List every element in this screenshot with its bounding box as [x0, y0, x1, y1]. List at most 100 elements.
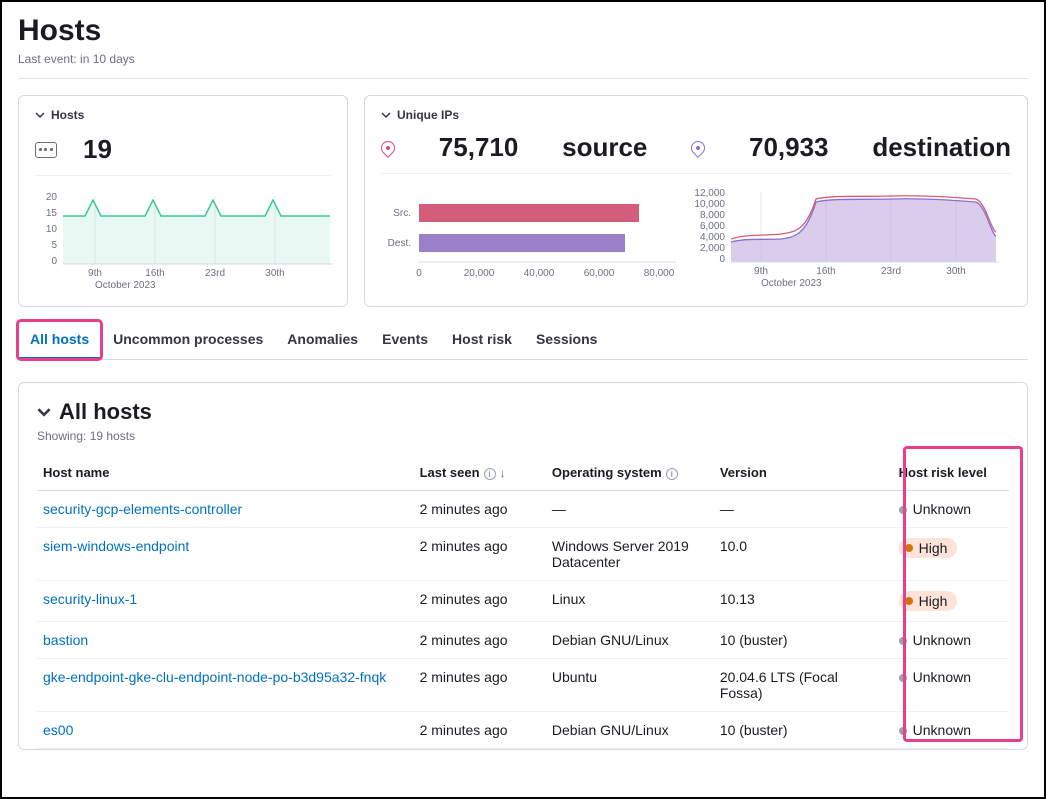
- cell-last-seen: 2 minutes ago: [414, 491, 546, 528]
- sort-down-icon: ↓: [500, 466, 506, 480]
- cell-risk: Unknown: [877, 622, 1009, 659]
- svg-text:30th: 30th: [265, 268, 284, 279]
- all-hosts-panel: All hosts Showing: 19 hosts Host name La…: [18, 382, 1028, 750]
- tab-anomalies[interactable]: Anomalies: [275, 321, 370, 359]
- svg-text:12,000: 12,000: [694, 188, 725, 199]
- cell-os: Debian GNU/Linux: [546, 712, 714, 749]
- svg-text:8,000: 8,000: [700, 210, 725, 221]
- info-icon: i: [666, 468, 678, 480]
- hosts-card-header[interactable]: Hosts: [35, 108, 331, 122]
- source-count: 75,710: [439, 132, 519, 163]
- tab-uncommon-processes[interactable]: Uncommon processes: [101, 321, 275, 359]
- page-title: Hosts: [18, 14, 1028, 48]
- dot-icon: [899, 637, 907, 645]
- cell-os: Debian GNU/Linux: [546, 622, 714, 659]
- dot-icon: [905, 597, 913, 605]
- hosts-card-title: Hosts: [51, 108, 84, 122]
- svg-text:4,000: 4,000: [700, 232, 725, 243]
- server-icon: [35, 142, 57, 158]
- info-icon: i: [484, 468, 496, 480]
- host-link[interactable]: security-gcp-elements-controller: [43, 501, 242, 517]
- chevron-down-icon: [35, 110, 45, 120]
- panel-showing: Showing: 19 hosts: [37, 429, 1009, 443]
- svg-text:16th: 16th: [816, 266, 835, 277]
- svg-text:30th: 30th: [946, 266, 965, 277]
- svg-text:40,000: 40,000: [524, 268, 555, 279]
- host-link[interactable]: bastion: [43, 632, 88, 648]
- svg-text:23rd: 23rd: [881, 266, 901, 277]
- cell-version: —: [714, 491, 877, 528]
- host-link[interactable]: siem-windows-endpoint: [43, 538, 189, 554]
- dot-icon: [899, 727, 907, 735]
- cell-version: 10.0: [714, 528, 877, 581]
- tab-sessions[interactable]: Sessions: [524, 321, 609, 359]
- cell-version: 20.04.6 LTS (Focal Fossa): [714, 659, 877, 712]
- host-link[interactable]: gke-endpoint-gke-clu-endpoint-node-po-b3…: [43, 669, 386, 685]
- dest-count: 70,933: [749, 132, 829, 163]
- svg-text:6,000: 6,000: [700, 221, 725, 232]
- table-row: bastion2 minutes agoDebian GNU/Linux10 (…: [37, 622, 1009, 659]
- host-link[interactable]: security-linux-1: [43, 591, 137, 607]
- col-host-name[interactable]: Host name: [37, 455, 414, 491]
- col-risk[interactable]: Host risk level: [877, 455, 1009, 491]
- svg-text:October 2023: October 2023: [95, 280, 156, 291]
- svg-text:9th: 9th: [88, 268, 102, 279]
- svg-text:Src.: Src.: [393, 208, 411, 219]
- tab-host-risk[interactable]: Host risk: [440, 321, 524, 359]
- cell-last-seen: 2 minutes ago: [414, 528, 546, 581]
- svg-text:15: 15: [46, 208, 58, 219]
- svg-text:October 2023: October 2023: [761, 278, 822, 289]
- source-label: source: [562, 132, 647, 163]
- svg-text:5: 5: [51, 240, 57, 251]
- cell-os: Ubuntu: [546, 659, 714, 712]
- tab-all-hosts[interactable]: All hosts: [18, 321, 101, 359]
- panel-title: All hosts: [59, 399, 152, 425]
- dot-icon: [899, 506, 907, 514]
- cell-risk: High: [877, 528, 1009, 581]
- svg-text:60,000: 60,000: [584, 268, 615, 279]
- pin-dest-icon: [688, 138, 708, 158]
- svg-text:0: 0: [51, 256, 57, 267]
- svg-text:Dest.: Dest.: [388, 238, 411, 249]
- ips-card-header[interactable]: Unique IPs: [381, 108, 1011, 122]
- risk-badge-high: High: [899, 538, 958, 558]
- cell-os: Windows Server 2019 Datacenter: [546, 528, 714, 581]
- cell-last-seen: 2 minutes ago: [414, 659, 546, 712]
- svg-text:10: 10: [46, 224, 58, 235]
- table-row: es002 minutes agoDebian GNU/Linux10 (bus…: [37, 712, 1009, 749]
- last-event-text: Last event: in 10 days: [18, 52, 1028, 66]
- table-row: siem-windows-endpoint 2 minutes agoWindow…: [37, 528, 1009, 581]
- svg-text:0: 0: [416, 268, 422, 279]
- hosts-card: Hosts 19 20 15 10 5 0: [18, 95, 348, 307]
- cell-version: 10 (buster): [714, 622, 877, 659]
- table-row: security-gcp-elements-controller 2 minute…: [37, 491, 1009, 528]
- dot-icon: [905, 544, 913, 552]
- table-row: gke-endpoint-gke-clu-endpoint-node-po-b3…: [37, 659, 1009, 712]
- chevron-down-icon: [381, 110, 391, 120]
- svg-text:16th: 16th: [145, 268, 164, 279]
- host-link[interactable]: es00: [43, 722, 73, 738]
- cell-risk: Unknown: [877, 491, 1009, 528]
- ips-card-title: Unique IPs: [397, 108, 459, 122]
- tabs: All hosts Uncommon processes Anomalies E…: [18, 321, 1028, 360]
- svg-text:10,000: 10,000: [694, 199, 725, 210]
- svg-text:20,000: 20,000: [464, 268, 495, 279]
- svg-text:80,000: 80,000: [644, 268, 675, 279]
- col-last-seen[interactable]: Last seeni↓: [414, 455, 546, 491]
- col-version[interactable]: Version: [714, 455, 877, 491]
- ips-area-chart: 12,000 10,000 8,000 6,000 4,000 2,000 0: [691, 184, 1001, 294]
- chevron-down-icon[interactable]: [37, 405, 51, 419]
- cell-os: Linux: [546, 581, 714, 622]
- tab-events[interactable]: Events: [370, 321, 440, 359]
- col-os[interactable]: Operating systemi: [546, 455, 714, 491]
- pin-source-icon: [378, 138, 398, 158]
- svg-text:2,000: 2,000: [700, 243, 725, 254]
- cell-os: —: [546, 491, 714, 528]
- cell-risk: Unknown: [877, 712, 1009, 749]
- cell-last-seen: 2 minutes ago: [414, 712, 546, 749]
- hosts-table: Host name Last seeni↓ Operating systemi …: [37, 455, 1009, 749]
- risk-badge-high: High: [899, 591, 958, 611]
- dest-label: destination: [872, 132, 1011, 163]
- svg-text:23rd: 23rd: [205, 268, 225, 279]
- cell-risk: Unknown: [877, 659, 1009, 712]
